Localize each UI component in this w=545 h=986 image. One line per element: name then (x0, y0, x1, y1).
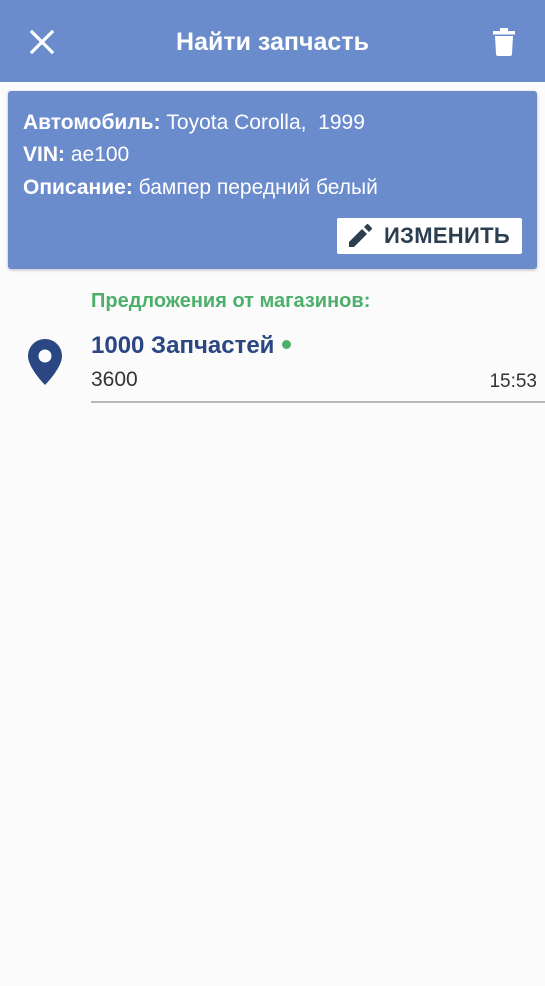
shop-name: 1000 Запчастей (91, 332, 275, 359)
vin-line: VIN: ae100 (23, 143, 129, 167)
vin-label: VIN: (23, 143, 65, 166)
offer-price: 3600 (91, 368, 138, 391)
offer-list-item[interactable]: 1000 Запчастей 3600 15:53 (0, 326, 545, 404)
edit-button[interactable]: ИЗМЕНИТЬ (337, 218, 522, 254)
shop-name-line: 1000 Запчастей (91, 332, 292, 360)
description-value: бампер передний белый (138, 176, 378, 199)
offers-heading: Предложения от магазинов: (91, 290, 371, 312)
description-line: Описание: бампер передний белый (23, 176, 378, 200)
delete-button[interactable] (484, 22, 524, 62)
car-value: Toyota Corolla, 1999 (166, 111, 365, 134)
vin-value: ae100 (70, 143, 130, 166)
close-button[interactable] (22, 22, 62, 62)
edit-button-label: ИЗМЕНИТЬ (384, 223, 510, 248)
car-line: Автомобиль: Toyota Corolla, 1999 (23, 111, 365, 135)
page-title: Найти запчасть (176, 28, 369, 56)
description-label: Описание: (23, 176, 133, 199)
app-bar: Найти запчасть (0, 0, 545, 82)
offer-time: 15:53 (489, 371, 537, 392)
trash-icon (493, 28, 515, 56)
online-status-dot (282, 340, 292, 350)
location-pin-icon (28, 339, 62, 385)
car-label: Автомобиль: (23, 111, 161, 134)
pencil-icon (346, 222, 374, 250)
divider (91, 401, 545, 403)
request-info-card: Автомобиль: Toyota Corolla, 1999 VIN: ae… (8, 91, 537, 269)
close-icon (29, 29, 55, 55)
